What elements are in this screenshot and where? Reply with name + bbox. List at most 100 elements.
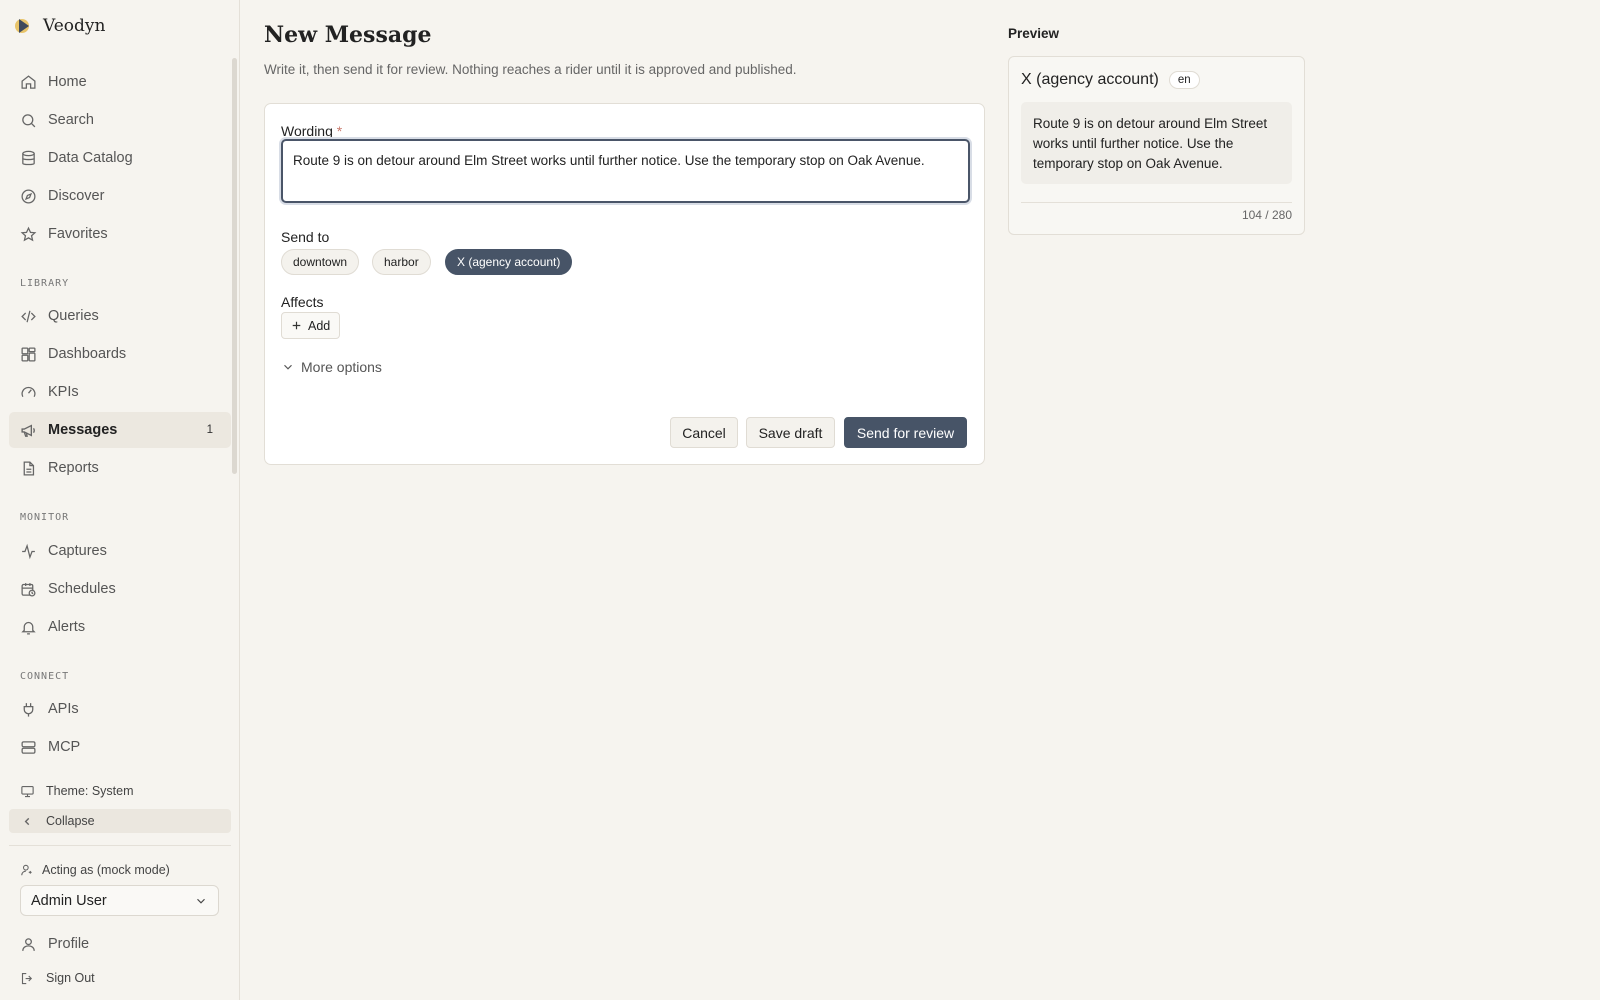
channel-chip-x-agency[interactable]: X (agency account) <box>445 249 573 275</box>
wording-input[interactable]: Route 9 is on detour around Elm Street w… <box>281 139 970 203</box>
preview-header: X (agency account) en <box>1021 71 1200 89</box>
send-to-label: Send to <box>281 229 330 245</box>
dashboard-icon <box>20 346 37 363</box>
sidebar-item-search[interactable]: Search <box>9 102 231 138</box>
more-options-toggle[interactable]: More options <box>281 359 382 375</box>
channel-chip-harbor[interactable]: harbor <box>372 249 431 275</box>
wording-label: Wording * <box>281 123 342 139</box>
sidebar-item-data-catalog[interactable]: Data Catalog <box>9 140 231 176</box>
sidebar-item-captures[interactable]: Captures <box>9 533 231 569</box>
user-icon <box>20 936 37 953</box>
sidebar-item-schedules[interactable]: Schedules <box>9 571 231 607</box>
sidebar-item-home[interactable]: Home <box>9 64 231 100</box>
sidebar-item-label: Search <box>48 112 94 128</box>
theme-label: Theme: System <box>46 784 134 798</box>
sidebar-item-label: Dashboards <box>48 346 127 362</box>
sidebar-item-label: APIs <box>48 701 79 717</box>
sidebar-item-queries[interactable]: Queries <box>9 298 231 334</box>
sidebar-item-reports[interactable]: Reports <box>9 450 231 486</box>
monitor-icon <box>20 784 35 799</box>
sidebar: Veodyn Home Search Data Catalog Discover… <box>0 0 240 1000</box>
sidebar-item-label: Alerts <box>48 619 86 635</box>
acting-as: Acting as (mock mode) <box>20 863 170 877</box>
sidebar-item-label: Profile <box>48 936 90 952</box>
sidebar-item-favorites[interactable]: Favorites <box>9 216 231 252</box>
cancel-button[interactable]: Cancel <box>670 417 738 448</box>
preview-card: X (agency account) en Route 9 is on deto… <box>1008 56 1305 235</box>
sidebar-item-label: KPIs <box>48 384 79 400</box>
add-affects-button[interactable]: Add <box>281 312 340 339</box>
chevron-down-icon <box>194 894 208 908</box>
sidebar-item-kpis[interactable]: KPIs <box>9 374 231 410</box>
compass-icon <box>20 188 37 205</box>
sign-out-button[interactable]: Sign Out <box>9 966 231 990</box>
gauge-icon <box>20 384 37 401</box>
sidebar-item-label: Schedules <box>48 581 116 597</box>
sidebar-divider <box>9 845 231 846</box>
sidebar-item-label: Queries <box>48 308 99 324</box>
user-switch-icon <box>20 863 34 877</box>
document-icon <box>20 460 37 477</box>
character-count: 104 / 280 <box>1241 208 1292 222</box>
preview-body: Route 9 is on detour around Elm Street w… <box>1021 102 1292 184</box>
page-subtitle: Write it, then send it for review. Nothi… <box>264 62 797 77</box>
affects-label: Affects <box>281 294 324 310</box>
sidebar-item-label: Discover <box>48 188 105 204</box>
preview-title: Preview <box>1008 26 1060 41</box>
sidebar-item-label: Messages <box>48 422 118 438</box>
bell-icon <box>20 619 37 636</box>
sidebar-item-mcp[interactable]: MCP <box>9 729 231 765</box>
brand[interactable]: Veodyn <box>14 16 105 36</box>
sidebar-item-apis[interactable]: APIs <box>9 691 231 727</box>
activity-icon <box>20 543 37 560</box>
sidebar-item-label: Captures <box>48 543 107 559</box>
home-icon <box>20 74 37 91</box>
server-icon <box>20 739 37 756</box>
acting-label: Acting as (mock mode) <box>42 863 170 877</box>
sidebar-item-messages[interactable]: Messages 1 <box>9 412 231 448</box>
megaphone-icon <box>20 422 37 439</box>
sign-out-label: Sign Out <box>46 971 95 985</box>
sidebar-item-label: Favorites <box>48 226 108 242</box>
logo-icon <box>14 16 34 36</box>
sidebar-item-label: Home <box>48 74 87 90</box>
brand-name: Veodyn <box>43 16 106 36</box>
section-connect: CONNECT <box>20 671 70 682</box>
preview-divider <box>1021 202 1292 203</box>
plus-icon <box>290 319 303 332</box>
database-icon <box>20 150 37 167</box>
save-draft-button[interactable]: Save draft <box>746 417 835 448</box>
plug-icon <box>20 701 37 718</box>
wording-label-text: Wording <box>281 123 333 139</box>
acting-user-select[interactable]: Admin User <box>20 885 219 916</box>
star-icon <box>20 226 37 243</box>
collapse-label: Collapse <box>46 814 95 828</box>
chevron-down-icon <box>281 360 295 374</box>
collapse-button[interactable]: Collapse <box>9 809 231 833</box>
add-label: Add <box>308 318 331 333</box>
chevron-left-icon <box>20 814 35 829</box>
sidebar-item-label: Reports <box>48 460 99 476</box>
more-options-label: More options <box>301 359 382 375</box>
send-for-review-button[interactable]: Send for review <box>844 417 967 448</box>
required-mark: * <box>336 123 343 139</box>
sidebar-item-discover[interactable]: Discover <box>9 178 231 214</box>
sidebar-item-label: MCP <box>48 739 81 755</box>
sidebar-item-dashboards[interactable]: Dashboards <box>9 336 231 372</box>
page-title: New Message <box>264 22 432 48</box>
section-library: LIBRARY <box>20 278 70 289</box>
calendar-clock-icon <box>20 581 37 598</box>
channel-chip-downtown[interactable]: downtown <box>281 249 360 275</box>
sidebar-scrollbar[interactable] <box>232 58 237 474</box>
search-icon <box>20 112 37 129</box>
sidebar-item-alerts[interactable]: Alerts <box>9 609 231 645</box>
message-form: Wording * Route 9 is on detour around El… <box>264 103 985 465</box>
sidebar-item-profile[interactable]: Profile <box>9 926 231 962</box>
messages-count-badge: 1 <box>206 424 213 436</box>
language-badge: en <box>1168 71 1200 89</box>
acting-user-value: Admin User <box>31 892 107 909</box>
theme-toggle[interactable]: Theme: System <box>9 779 231 803</box>
sidebar-item-label: Data Catalog <box>48 150 133 166</box>
logout-icon <box>20 971 35 986</box>
code-icon <box>20 308 37 325</box>
